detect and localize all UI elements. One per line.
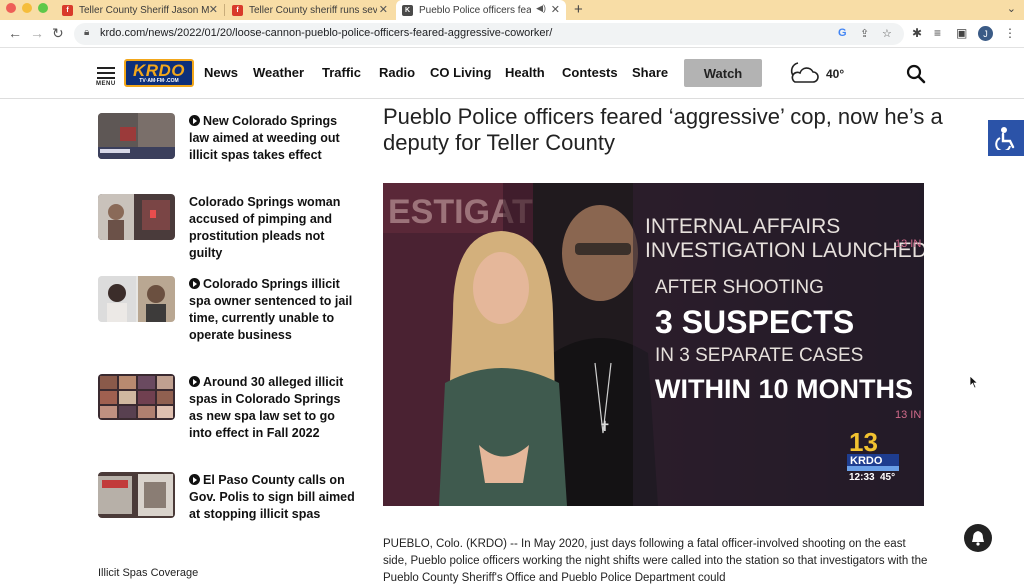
nav-share[interactable]: Share bbox=[632, 65, 668, 80]
extensions-icon[interactable]: ✱ bbox=[912, 26, 922, 40]
story-thumbnail[interactable] bbox=[98, 374, 175, 420]
close-window-button[interactable] bbox=[6, 3, 16, 13]
story-title[interactable]: Colorado Springs woman accused of pimpin… bbox=[189, 194, 357, 262]
address-bar[interactable]: 🔒︎ krdo.com/news/2022/01/20/loose-cannon… bbox=[74, 23, 904, 45]
speaker-icon[interactable]: ◀) bbox=[536, 3, 546, 14]
play-icon bbox=[189, 376, 200, 387]
tab-2[interactable]: f Teller County sheriff runs seve ✕ bbox=[226, 0, 394, 20]
nav-health[interactable]: Health bbox=[505, 65, 545, 80]
nav-radio[interactable]: Radio bbox=[379, 65, 415, 80]
nav-traffic[interactable]: Traffic bbox=[322, 65, 361, 80]
video-player[interactable]: ESTIGAT ✝ INTERNAL AFFAIRS INVESTIGATION… bbox=[383, 183, 924, 506]
window-controls bbox=[6, 3, 48, 13]
menu-label: MENU bbox=[96, 81, 116, 87]
nav-news[interactable]: News bbox=[204, 65, 238, 80]
site-header: MENU KRDO TV·AM·FM·.COM News Weather Tra… bbox=[0, 48, 1024, 99]
nav-weather[interactable]: Weather bbox=[253, 65, 304, 80]
tab-close-icon[interactable]: ✕ bbox=[209, 3, 218, 16]
story-item[interactable]: Colorado Springs woman accused of pimpin… bbox=[98, 194, 354, 264]
play-icon bbox=[189, 115, 200, 126]
story-thumbnail[interactable] bbox=[98, 472, 175, 518]
svg-text:INVESTIGATION LAUNCHED: INVESTIGATION LAUNCHED bbox=[645, 239, 924, 262]
article-headline: Pueblo Police officers feared ‘aggressiv… bbox=[383, 104, 943, 155]
mouse-cursor-icon bbox=[969, 375, 979, 389]
story-thumbnail[interactable] bbox=[98, 276, 175, 322]
svg-text:12:33: 12:33 bbox=[849, 472, 875, 483]
minimize-window-button[interactable] bbox=[22, 3, 32, 13]
svg-text:13 IN: 13 IN bbox=[895, 238, 921, 250]
svg-text:✝: ✝ bbox=[599, 418, 611, 434]
tab-favicon: K bbox=[402, 4, 413, 16]
svg-text:45°: 45° bbox=[880, 472, 895, 483]
notification-bell-icon[interactable] bbox=[964, 524, 992, 552]
svg-text:3 SUSPECTS: 3 SUSPECTS bbox=[655, 304, 854, 340]
tab-close-icon[interactable]: ✕ bbox=[379, 3, 388, 16]
partly-cloudy-night-icon[interactable] bbox=[786, 60, 820, 86]
chevron-down-icon[interactable]: ⌄ bbox=[1007, 2, 1016, 15]
browser-toolbar: ← → ↻ 🔒︎ krdo.com/news/2022/01/20/loose-… bbox=[0, 20, 1024, 48]
svg-text:INTERNAL AFFAIRS: INTERNAL AFFAIRS bbox=[645, 215, 840, 238]
tab-1[interactable]: f Teller County Sheriff Jason Mik ✕ bbox=[56, 0, 224, 20]
story-title[interactable]: Around 30 alleged illicit spas in Colora… bbox=[189, 374, 357, 442]
profile-avatar[interactable]: J bbox=[978, 26, 993, 41]
story-title[interactable]: Colorado Springs illicit spa owner sente… bbox=[189, 276, 357, 344]
lock-icon[interactable]: 🔒︎ bbox=[84, 27, 89, 38]
reload-button[interactable]: ↻ bbox=[52, 25, 64, 42]
nav-co-living[interactable]: CO Living bbox=[430, 65, 491, 80]
krdo-logo[interactable]: KRDO TV·AM·FM·.COM bbox=[124, 59, 194, 87]
story-item[interactable]: Colorado Springs illicit spa owner sente… bbox=[98, 276, 354, 366]
google-icon[interactable]: G bbox=[838, 27, 847, 39]
svg-text:AFTER SHOOTING: AFTER SHOOTING bbox=[655, 277, 824, 298]
new-tab-button[interactable]: + bbox=[574, 1, 583, 18]
watch-button[interactable]: Watch bbox=[684, 59, 762, 87]
tab-title: Teller County sheriff runs seve bbox=[249, 4, 377, 16]
accessibility-icon[interactable] bbox=[988, 120, 1024, 156]
play-icon bbox=[189, 278, 200, 289]
article-body: PUEBLO, Colo. (KRDO) -- In May 2020, jus… bbox=[383, 538, 928, 584]
hamburger-menu-icon[interactable] bbox=[97, 67, 115, 82]
svg-text:13 IN: 13 IN bbox=[895, 409, 921, 421]
story-item[interactable]: El Paso County calls on Gov. Polis to si… bbox=[98, 472, 357, 544]
tab-favicon: f bbox=[232, 4, 243, 16]
tab-title: Pueblo Police officers feare bbox=[419, 4, 531, 16]
story-thumbnail[interactable] bbox=[98, 113, 175, 159]
svg-text:IN 3 SEPARATE CASES: IN 3 SEPARATE CASES bbox=[655, 345, 863, 366]
story-item[interactable]: New Colorado Springs law aimed at weedin… bbox=[98, 113, 354, 183]
story-title[interactable]: El Paso County calls on Gov. Polis to si… bbox=[189, 472, 357, 523]
tab-3-active[interactable]: K Pueblo Police officers feare ◀) ✕ bbox=[396, 0, 566, 20]
reading-list-icon[interactable]: ≡ bbox=[934, 26, 941, 40]
svg-text:KRDO: KRDO bbox=[850, 455, 883, 467]
side-panel-icon[interactable]: ▣ bbox=[956, 26, 967, 40]
share-icon[interactable]: ⇪ bbox=[860, 27, 869, 40]
browser-menu-icon[interactable]: ⋮ bbox=[1004, 26, 1016, 40]
tab-title: Teller County Sheriff Jason Mik bbox=[79, 4, 209, 16]
svg-text:WITHIN 10 MONTHS: WITHIN 10 MONTHS bbox=[655, 374, 913, 404]
bookmark-star-icon[interactable]: ☆ bbox=[882, 27, 892, 40]
story-title[interactable]: New Colorado Springs law aimed at weedin… bbox=[189, 113, 357, 164]
url-text: krdo.com/news/2022/01/20/loose-cannon-pu… bbox=[100, 27, 553, 39]
tab-strip: f Teller County Sheriff Jason Mik ✕ f Te… bbox=[0, 0, 1024, 20]
section-heading: Illicit Spas Coverage bbox=[98, 567, 199, 579]
nav-contests[interactable]: Contests bbox=[562, 65, 618, 80]
tab-favicon: f bbox=[62, 4, 73, 16]
video-frame[interactable]: ESTIGAT ✝ INTERNAL AFFAIRS INVESTIGATION… bbox=[383, 183, 924, 506]
story-item[interactable]: Around 30 alleged illicit spas in Colora… bbox=[98, 374, 354, 464]
search-icon[interactable] bbox=[906, 64, 926, 84]
forward-button[interactable]: → bbox=[30, 25, 44, 41]
temperature: 40° bbox=[826, 67, 845, 81]
story-thumbnail[interactable] bbox=[98, 194, 175, 240]
back-button[interactable]: ← bbox=[8, 25, 22, 41]
maximize-window-button[interactable] bbox=[38, 3, 48, 13]
svg-text:13: 13 bbox=[849, 427, 878, 457]
tab-close-icon[interactable]: ✕ bbox=[551, 3, 560, 16]
play-icon bbox=[189, 474, 200, 485]
